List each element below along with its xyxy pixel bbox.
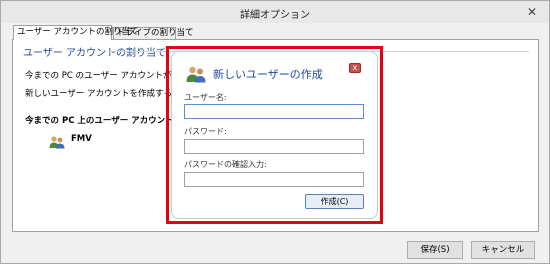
cancel-button[interactable]: キャンセル (471, 241, 535, 259)
close-icon[interactable]: ✕ (525, 5, 539, 19)
accounts-heading: 今までの PC 上のユーザー アカウント: (25, 116, 178, 126)
save-button[interactable]: 保存(S) (407, 241, 463, 259)
title-bar: 詳細オプション ✕ (1, 1, 549, 23)
window-title: 詳細オプション (240, 10, 310, 21)
tab-user-accounts[interactable]: ユーザー アカウントの割り当て (13, 25, 139, 40)
highlight-frame (166, 46, 383, 224)
account-name[interactable]: FMV (71, 134, 92, 144)
users-icon (49, 136, 65, 149)
